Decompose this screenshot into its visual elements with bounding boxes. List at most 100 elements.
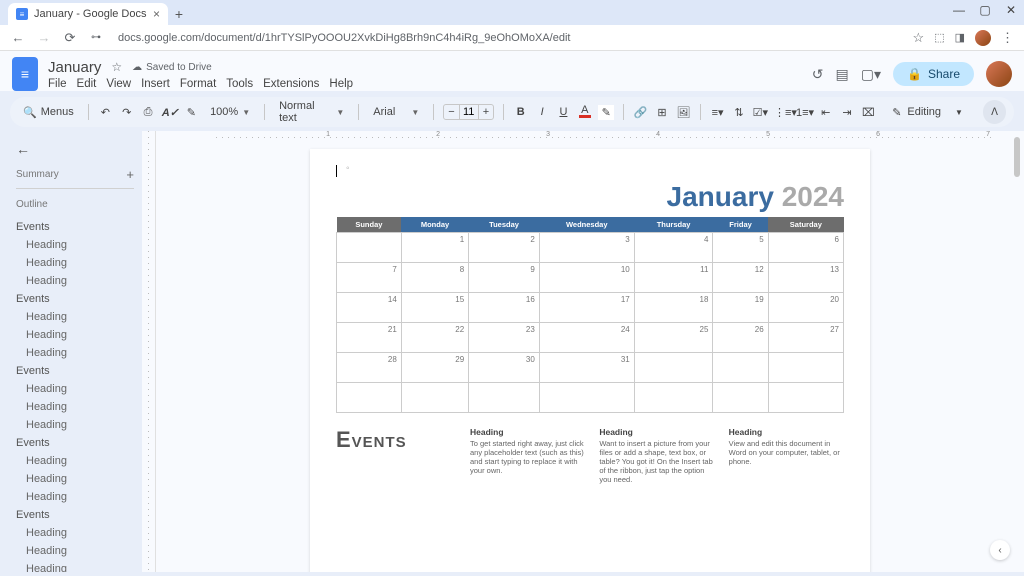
calendar-cell (539, 383, 634, 413)
extensions-icon[interactable]: ⬚ (934, 31, 944, 44)
redo-icon[interactable]: ↷ (119, 106, 134, 119)
menu-view[interactable]: View (106, 78, 131, 90)
line-spacing-icon[interactable]: ⇅ (731, 106, 746, 119)
calendar-day-header: Friday (713, 217, 768, 233)
add-summary-icon[interactable]: + (126, 167, 134, 182)
outline-back-icon[interactable]: ← (16, 141, 134, 157)
outline-subheading[interactable]: Heading (16, 416, 134, 434)
outline-subheading[interactable]: Heading (16, 560, 134, 572)
account-avatar[interactable] (986, 61, 1012, 87)
search-menus-button[interactable]: 🔍 Menus (18, 103, 79, 122)
underline-icon[interactable]: U (556, 106, 571, 118)
menu-extensions[interactable]: Extensions (263, 78, 319, 90)
numbered-list-icon[interactable]: 1≡▾ (796, 106, 812, 119)
maximize-icon[interactable]: ▢ (978, 3, 992, 17)
close-window-icon[interactable]: ✕ (1004, 3, 1018, 17)
document-page[interactable]: ◦ January 2024 SundayMondayTuesdayWednes… (310, 149, 870, 572)
text-color-icon[interactable]: A (577, 106, 592, 118)
increase-fontsize-button[interactable]: + (479, 105, 493, 119)
insert-link-icon[interactable]: 🔗 (633, 106, 648, 119)
calendar-cell: 19 (713, 293, 768, 323)
add-comment-icon[interactable]: ⊞ (654, 106, 669, 119)
menu-file[interactable]: File (48, 78, 67, 90)
tab-stop-marker: ◦ (346, 163, 350, 174)
collapse-toolbar-icon[interactable]: ᐱ (983, 100, 1006, 124)
outline-subheading[interactable]: Heading (16, 308, 134, 326)
reader-icon[interactable]: ◨ (955, 31, 965, 44)
outline-subheading[interactable]: Heading (16, 452, 134, 470)
chrome-menu-icon[interactable]: ⋮ (1001, 30, 1014, 46)
font-dropdown[interactable]: Arial▼ (368, 104, 424, 120)
print-icon[interactable]: ⎙ (140, 106, 155, 119)
increase-indent-icon[interactable]: ⇥ (839, 106, 854, 119)
editing-mode-dropdown[interactable]: ✎ Editing ▼ (882, 103, 973, 122)
browser-tab[interactable]: ≡ January - Google Docs × (8, 3, 168, 25)
outline-heading[interactable]: Events (16, 362, 134, 380)
bulleted-list-icon[interactable]: ⋮≡▾ (774, 106, 790, 119)
menu-help[interactable]: Help (329, 78, 353, 90)
new-tab-button[interactable]: + (168, 3, 190, 25)
share-button[interactable]: 🔒 Share (893, 62, 974, 86)
outline-subheading[interactable]: Heading (16, 344, 134, 362)
star-icon[interactable]: ☆ (111, 60, 122, 74)
checklist-icon[interactable]: ☑▾ (753, 106, 768, 119)
reload-icon[interactable]: ⟳ (62, 30, 78, 46)
calendar-cell: 17 (539, 293, 634, 323)
outline-subheading[interactable]: Heading (16, 272, 134, 290)
bold-icon[interactable]: B (513, 106, 528, 118)
insert-image-icon[interactable]: 🖼 (676, 106, 691, 119)
calendar-cell: 12 (713, 263, 768, 293)
outline-heading[interactable]: Events (16, 290, 134, 308)
outline-subheading[interactable]: Heading (16, 398, 134, 416)
calendar-cell: 15 (401, 293, 468, 323)
outline-heading[interactable]: Events (16, 218, 134, 236)
docs-favicon: ≡ (16, 8, 28, 20)
history-icon[interactable]: ↺ (812, 66, 824, 83)
undo-icon[interactable]: ↶ (98, 106, 113, 119)
zoom-dropdown[interactable]: 100%▼ (205, 104, 255, 120)
italic-icon[interactable]: I (534, 106, 549, 118)
star-bookmark-icon[interactable]: ☆ (913, 30, 925, 46)
calendar-table: SundayMondayTuesdayWednesdayThursdayFrid… (336, 217, 844, 413)
outline-subheading[interactable]: Heading (16, 326, 134, 344)
highlight-icon[interactable]: ✎ (598, 105, 614, 120)
minimize-icon[interactable]: — (952, 3, 966, 17)
outline-subheading[interactable]: Heading (16, 524, 134, 542)
vertical-ruler (142, 131, 156, 572)
close-tab-icon[interactable]: × (153, 7, 160, 21)
outline-subheading[interactable]: Heading (16, 236, 134, 254)
explore-button[interactable]: ‹ (990, 540, 1010, 560)
comments-icon[interactable]: ▤ (836, 66, 849, 83)
site-info-icon[interactable]: ⊶ (88, 32, 104, 43)
menu-tools[interactable]: Tools (226, 78, 253, 90)
decrease-indent-icon[interactable]: ⇤ (818, 106, 833, 119)
spellcheck-icon[interactable]: A✓ (162, 106, 178, 119)
save-status[interactable]: ☁ Saved to Drive (132, 62, 212, 73)
menu-format[interactable]: Format (180, 78, 216, 90)
outline-panel: ← Summary + Outline EventsHeadingHeading… (0, 131, 142, 572)
vertical-scrollbar[interactable] (1012, 131, 1022, 572)
fontsize-input[interactable] (459, 105, 479, 119)
document-title[interactable]: January (48, 59, 101, 76)
forward-icon[interactable]: → (36, 30, 52, 45)
scrollbar-thumb[interactable] (1014, 137, 1020, 177)
align-icon[interactable]: ≡▾ (710, 106, 725, 119)
outline-subheading[interactable]: Heading (16, 542, 134, 560)
outline-heading[interactable]: Events (16, 434, 134, 452)
menu-insert[interactable]: Insert (141, 78, 170, 90)
outline-subheading[interactable]: Heading (16, 488, 134, 506)
url-field[interactable]: docs.google.com/document/d/1hrTYSlPyOOOU… (114, 32, 903, 44)
styles-dropdown[interactable]: Normal text▼ (274, 98, 349, 126)
outline-heading[interactable]: Events (16, 506, 134, 524)
chrome-profile-avatar[interactable] (975, 30, 991, 46)
outline-subheading[interactable]: Heading (16, 254, 134, 272)
menu-edit[interactable]: Edit (77, 78, 97, 90)
outline-subheading[interactable]: Heading (16, 380, 134, 398)
clear-formatting-icon[interactable]: ⌧ (861, 106, 876, 119)
decrease-fontsize-button[interactable]: − (444, 105, 458, 119)
docs-logo-icon[interactable]: ≡ (12, 57, 38, 91)
outline-subheading[interactable]: Heading (16, 470, 134, 488)
back-icon[interactable]: ← (10, 30, 26, 45)
paint-format-icon[interactable]: ✎ (184, 106, 199, 119)
meet-icon[interactable]: ▢▾ (861, 66, 881, 83)
